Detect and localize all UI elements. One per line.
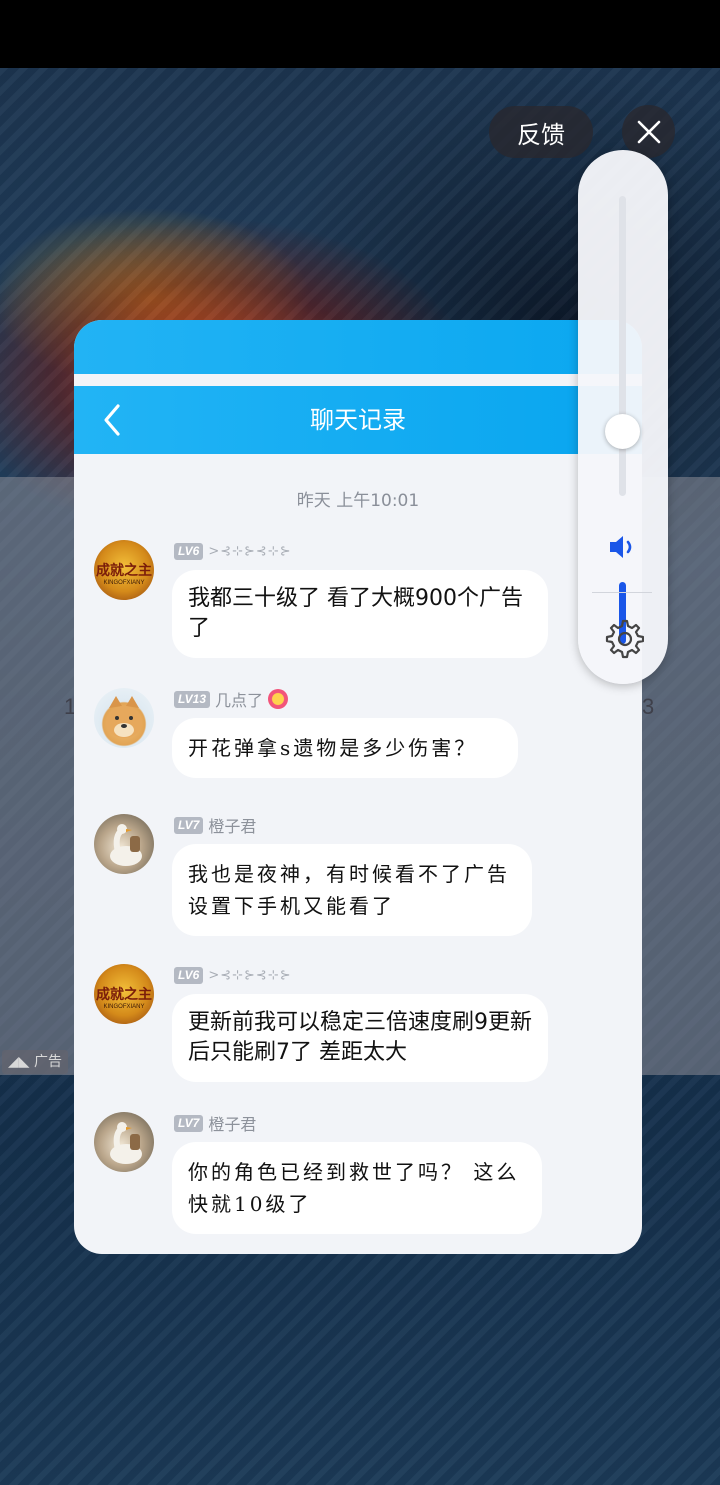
message-meta: LV6 >⊰⊹⊱⊰⊹⊱ <box>174 964 292 986</box>
chat-message: 成就之主 KINGOFXIANY LV6 >⊰⊹⊱⊰⊹⊱ 我都三十级了 看了大概… <box>94 540 554 660</box>
volume-slider-track[interactable] <box>619 196 626 496</box>
username: >⊰⊹⊱⊰⊹⊱ <box>208 543 292 559</box>
status-bar <box>0 0 720 68</box>
message-bubble: 我都三十级了 看了大概900个广告了 <box>172 570 548 658</box>
chat-history-card: 聊天记录 昨天 上午10:01 成就之主 KINGOFXIANY LV6 >⊰⊹… <box>74 320 642 1254</box>
settings-gear-icon[interactable] <box>602 618 644 660</box>
level-badge: LV13 <box>174 690 211 708</box>
username: 橙子君 <box>208 817 257 836</box>
close-icon <box>637 120 660 143</box>
volume-panel-divider <box>592 592 652 593</box>
chat-message: LV7 橙子君 你的角色已经到救世了吗？ 这么快就10级了 <box>94 1112 554 1242</box>
chat-message: LV7 橙子君 我也是夜神，有时候看不了广告设置下手机又能看了 <box>94 814 554 944</box>
message-bubble: 更新前我可以稳定三倍速度刷9更新后只能刷7了 差距太大 <box>172 994 548 1082</box>
username: >⊰⊹⊱⊰⊹⊱ <box>208 967 292 983</box>
side-number-right: 3 <box>642 694 655 719</box>
avatar[interactable]: 成就之主 KINGOFXIANY <box>94 540 154 600</box>
chat-title: 聊天记录 <box>310 406 406 434</box>
chat-top-band <box>74 320 642 374</box>
message-bubble: 你的角色已经到救世了吗？ 这么快就10级了 <box>172 1142 542 1234</box>
level-badge: LV7 <box>174 816 204 834</box>
avatar[interactable]: 成就之主 KINGOFXIANY <box>94 964 154 1024</box>
avatar-logo-subtext: KINGOFXIANY <box>103 1004 145 1010</box>
chat-message: 成就之主 KINGOFXIANY LV6 >⊰⊹⊱⊰⊹⊱ 更新前我可以稳定三倍速… <box>94 964 554 1094</box>
emoji-icon <box>268 689 289 709</box>
level-badge: LV7 <box>174 1114 204 1132</box>
goose-avatar-icon <box>110 824 142 866</box>
speaker-icon[interactable] <box>608 533 638 561</box>
username: 几点了 <box>215 691 264 710</box>
goose-avatar-icon <box>110 1122 142 1164</box>
message-bubble: 开花弹拿s遗物是多少伤害？ <box>172 718 518 778</box>
avatar[interactable] <box>94 1112 154 1172</box>
chat-header: 聊天记录 <box>74 386 642 454</box>
volume-slider-knob[interactable] <box>605 414 640 449</box>
ad-tag-label: 广告 <box>33 1054 62 1070</box>
dog-avatar-icon <box>106 696 142 738</box>
username: 橙子君 <box>208 1115 257 1134</box>
message-bubble: 我也是夜神，有时候看不了广告设置下手机又能看了 <box>172 844 532 936</box>
ad-tag: ◢◣ 广告 <box>2 1050 68 1074</box>
message-meta: LV6 >⊰⊹⊱⊰⊹⊱ <box>174 540 292 562</box>
chat-timestamp: 昨天 上午10:01 <box>296 491 420 511</box>
avatar[interactable] <box>94 814 154 874</box>
level-badge: LV6 <box>174 966 204 984</box>
avatar-logo-subtext: KINGOFXIANY <box>103 580 145 586</box>
feedback-button[interactable]: 反馈 <box>489 106 593 158</box>
avatar-logo-text: 成就之主 <box>96 987 152 1003</box>
avatar-logo-text: 成就之主 <box>96 563 152 579</box>
message-meta: LV7 橙子君 <box>174 814 256 836</box>
avatar[interactable] <box>94 688 154 748</box>
chat-message: LV13 几点了 开花弹拿s遗物是多少伤害？ <box>94 688 554 788</box>
message-meta: LV7 橙子君 <box>174 1112 256 1134</box>
level-badge: LV6 <box>174 542 204 560</box>
message-meta: LV13 几点了 <box>174 688 289 710</box>
